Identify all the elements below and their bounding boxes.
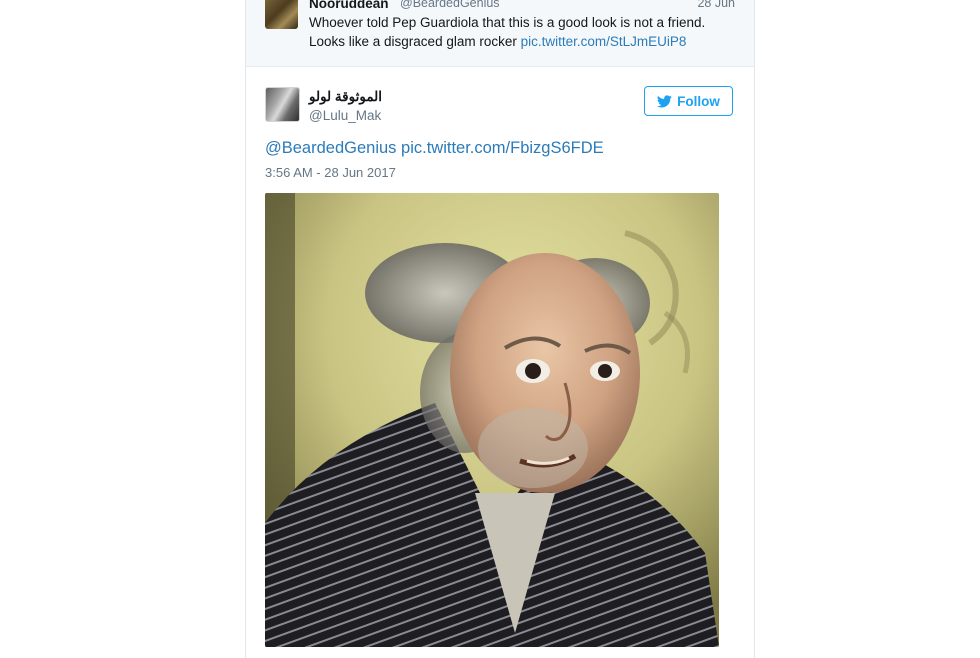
- tweet-text: @BeardedGenius pic.twitter.com/FbizgS6FD…: [265, 139, 604, 158]
- embedded-tweet-card: Nooruddean @BeardedGenius 28 Jun Whoever…: [245, 0, 755, 658]
- follow-button[interactable]: Follow: [644, 86, 733, 116]
- author-name[interactable]: الموثوقة لولو: [309, 89, 382, 105]
- tweet-photo-image: [265, 193, 719, 647]
- quoted-photo-link[interactable]: pic.twitter.com/StLJmEUiP8: [521, 34, 687, 49]
- quoted-tweet[interactable]: Nooruddean @BeardedGenius 28 Jun Whoever…: [246, 0, 754, 67]
- quoted-text-line2: Looks like a disgraced glam rocker: [309, 34, 521, 49]
- quoted-author-handle[interactable]: @BeardedGenius: [400, 0, 500, 10]
- author-avatar[interactable]: [265, 87, 300, 122]
- tweet-mention-link[interactable]: @BeardedGenius: [265, 139, 396, 157]
- follow-label: Follow: [677, 93, 720, 109]
- quoted-text-line1: Whoever told Pep Guardiola that this is …: [309, 15, 706, 30]
- quoted-author-avatar[interactable]: [265, 0, 298, 29]
- quoted-author-name[interactable]: Nooruddean: [309, 0, 389, 11]
- author-handle[interactable]: @Lulu_Mak: [309, 108, 381, 123]
- twitter-bird-icon: [657, 94, 672, 107]
- tweet-photo-link[interactable]: pic.twitter.com/FbizgS6FDE: [401, 139, 604, 157]
- quoted-tweet-text: Whoever told Pep Guardiola that this is …: [309, 13, 749, 51]
- tweet-timestamp[interactable]: 3:56 AM - 28 Jun 2017: [265, 165, 396, 180]
- quoted-tweet-date[interactable]: 28 Jun: [697, 0, 735, 10]
- tweet-photo[interactable]: [265, 193, 719, 647]
